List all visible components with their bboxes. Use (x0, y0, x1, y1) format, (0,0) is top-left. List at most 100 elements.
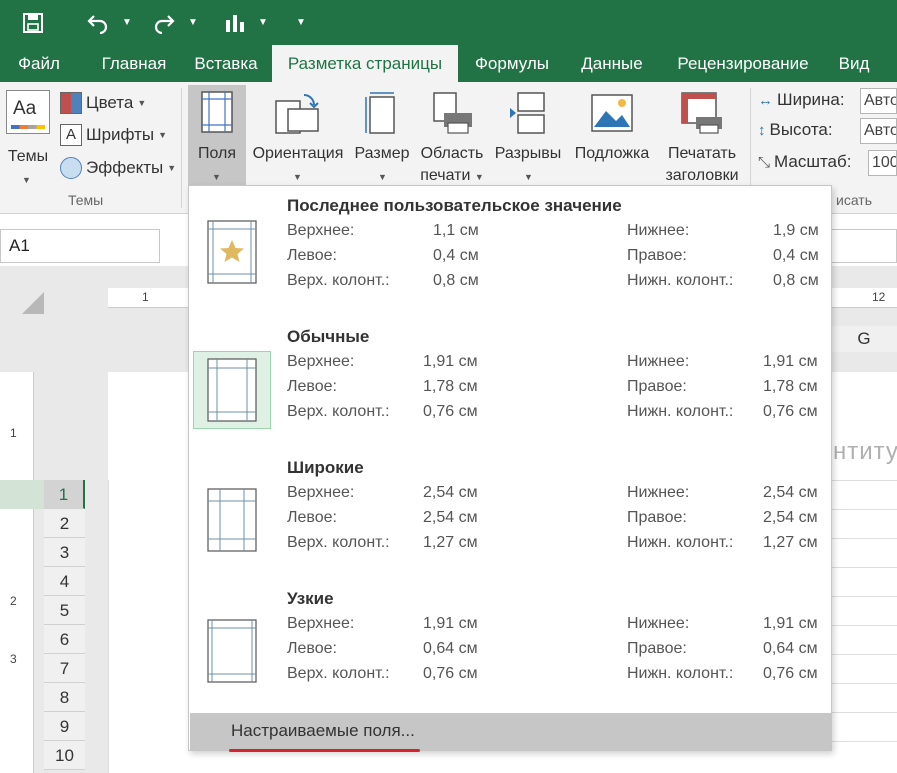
row-header[interactable]: 8 (44, 683, 85, 712)
row-header[interactable]: 3 (44, 538, 85, 567)
tab-page-layout[interactable]: Разметка страницы (272, 45, 458, 82)
margins-option-wide[interactable]: Широкие Верхнее: 2,54 см Нижнее: 2,54 см… (189, 448, 831, 579)
bottom-label: Нижнее: (627, 353, 690, 370)
height-label: Высота: (769, 120, 833, 139)
effects-label: Эффекты (86, 158, 164, 177)
fit-group-caption: исать (836, 192, 873, 208)
fonts-icon: A (60, 124, 82, 146)
margins-option-last-custom[interactable]: Последнее пользовательское значение Верх… (189, 186, 831, 317)
colors-button[interactable]: Цвета ▼ (60, 92, 146, 114)
undo-icon[interactable] (86, 0, 110, 45)
footer-value: 0,8 см (773, 272, 819, 289)
orientation-button[interactable]: Ориентация ▼ (248, 85, 348, 185)
height-control: ↕ Высота: (758, 120, 833, 140)
print-titles-icon (681, 92, 722, 134)
header-label: Верх. колонт.: (287, 272, 390, 289)
page-header-placeholder[interactable]: нтиту (833, 438, 897, 466)
scale-icon: ⤡ (758, 153, 771, 171)
chart-icon[interactable] (224, 0, 246, 45)
background-button[interactable]: Подложка (568, 85, 656, 185)
grid-line (830, 538, 897, 539)
row-header[interactable]: 2 (44, 509, 85, 538)
row-header[interactable]: 4 (44, 567, 85, 596)
themes-button[interactable]: Aa Темы ▼ (2, 88, 54, 185)
width-icon: ↔ (758, 91, 773, 109)
ruler-mark: 12 (872, 290, 886, 304)
effects-button[interactable]: Эффекты ▼ (60, 157, 176, 179)
left-value: 1,78 см (423, 378, 478, 395)
footer-value: 1,27 см (763, 534, 818, 551)
effects-caret-icon: ▼ (167, 163, 177, 173)
footer-value: 0,76 см (763, 403, 818, 420)
row-header[interactable]: 1 (44, 480, 85, 509)
ruler-mark: 1 (142, 290, 149, 304)
print-area-icon (433, 92, 472, 134)
size-button[interactable]: Размер ▼ (350, 85, 414, 185)
option-title: Обычные (287, 327, 370, 346)
grid-line (830, 741, 897, 742)
save-icon[interactable] (22, 0, 44, 45)
tab-home[interactable]: Главная (92, 45, 176, 82)
margins-label: Поля (197, 145, 237, 162)
left-label: Левое: (287, 640, 337, 657)
margins-button[interactable]: Поля ▼ (188, 85, 246, 185)
row-header[interactable]: 10 (44, 741, 85, 770)
tab-review[interactable]: Рецензирование (664, 45, 822, 82)
column-header-g[interactable]: G (830, 326, 897, 352)
customize-qat-icon[interactable]: ▼ (296, 0, 306, 45)
ribbon-separator (181, 88, 182, 208)
height-select[interactable]: Авто (860, 118, 897, 144)
row-header[interactable]: 6 (44, 625, 85, 654)
quick-access-toolbar: ▼ ▼ ▼ ▼ (0, 0, 897, 45)
ruler-vertical: 1 2 3 (0, 372, 34, 773)
print-titles-button[interactable]: Печатать заголовки (658, 85, 746, 185)
tab-view[interactable]: Вид (828, 45, 880, 82)
margins-option-narrow[interactable]: Узкие Верхнее: 1,91 см Нижнее: 1,91 см Л… (189, 579, 831, 710)
undo-dropdown-icon[interactable]: ▼ (122, 0, 132, 45)
effects-icon (60, 157, 82, 179)
print-area-button[interactable]: Область печати ▼ (416, 85, 488, 185)
themes-label: Темы (7, 148, 49, 165)
tab-formulas[interactable]: Формулы (462, 45, 562, 82)
name-box[interactable]: A1 (0, 229, 160, 263)
tab-data[interactable]: Данные (570, 45, 654, 82)
orientation-label: Ориентация (252, 145, 344, 162)
grid-line (830, 480, 897, 481)
tab-insert[interactable]: Вставка (186, 45, 266, 82)
scale-input[interactable]: 100 (868, 150, 897, 176)
bottom-value: 1,91 см (763, 615, 818, 632)
redo-dropdown-icon[interactable]: ▼ (188, 0, 198, 45)
top-label: Верхнее: (287, 484, 355, 501)
redo-icon[interactable] (152, 0, 176, 45)
grid-line (830, 567, 897, 568)
scale-control: ⤡ Масштаб: (758, 152, 851, 172)
orientation-icon (275, 94, 319, 134)
star-margins-icon (193, 220, 271, 298)
select-all-corner[interactable] (22, 292, 44, 314)
row-header[interactable]: 7 (44, 654, 85, 683)
right-value: 2,54 см (763, 509, 818, 526)
row-header[interactable]: 5 (44, 596, 85, 625)
width-select[interactable]: Авто (860, 88, 897, 114)
custom-margins-button[interactable]: Настраиваемые поля... (190, 713, 831, 750)
fonts-button[interactable]: A Шрифты ▼ (60, 124, 167, 146)
bottom-value: 1,9 см (773, 222, 819, 239)
top-value: 1,91 см (423, 615, 478, 632)
grid-line (830, 596, 897, 597)
top-value: 1,1 см (433, 222, 479, 239)
chart-dropdown-icon[interactable]: ▼ (258, 0, 268, 45)
fonts-label: Шрифты (86, 125, 155, 144)
width-label: Ширина: (777, 90, 845, 109)
row-header[interactable]: 9 (44, 712, 85, 741)
margins-option-normal[interactable]: Обычные Верхнее: 1,91 см Нижнее: 1,91 см… (189, 317, 831, 448)
breaks-icon (510, 92, 545, 134)
tab-file[interactable]: Файл (4, 45, 74, 82)
bottom-label: Нижнее: (627, 615, 690, 632)
breaks-button[interactable]: Разрывы ▼ (490, 85, 566, 185)
colors-label: Цвета (86, 93, 134, 112)
formula-input[interactable] (830, 229, 897, 263)
left-value: 0,64 см (423, 640, 478, 657)
normal-margins-icon (193, 351, 271, 429)
ribbon-tabs: Файл Главная Вставка Разметка страницы Ф… (0, 45, 897, 82)
colors-icon (60, 92, 82, 114)
